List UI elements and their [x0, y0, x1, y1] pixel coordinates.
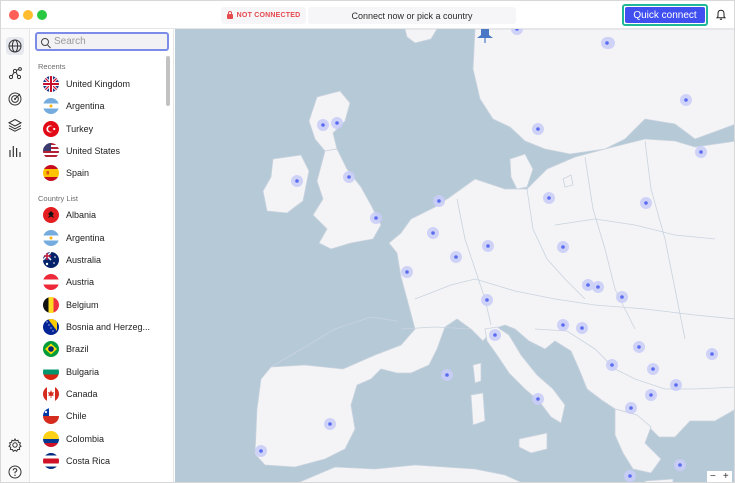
search-input[interactable]	[54, 36, 154, 47]
zoom-in-button[interactable]: +	[723, 471, 729, 482]
world-map[interactable]	[175, 29, 734, 482]
canada-flag-icon	[43, 386, 59, 402]
map-canvas	[254, 29, 734, 482]
recent-item-label: United Kingdom	[66, 79, 131, 89]
app-window: NOT CONNECTED Connect now or pick a coun…	[0, 0, 735, 483]
quick-connect-button[interactable]: Quick connect	[625, 7, 705, 23]
argentina-flag-icon	[43, 230, 59, 246]
argentina-flag-icon	[43, 98, 59, 114]
search-icon	[41, 37, 49, 46]
map-zoom-controls: − +	[707, 471, 732, 482]
country-item-costa-rica[interactable]: Costa Rica	[43, 450, 163, 472]
help-icon[interactable]	[6, 463, 24, 481]
austria-flag-icon	[43, 274, 59, 290]
country-item-label: Brazil	[66, 344, 89, 354]
recent-item-united-states[interactable]: United States	[43, 140, 163, 162]
zoom-out-button[interactable]: −	[710, 471, 716, 482]
recent-item-label: Turkey	[66, 124, 94, 134]
country-item-label: Australia	[66, 255, 102, 265]
country-sidebar: Recents United Kingdom Argentina Turkey …	[30, 29, 174, 482]
belgium-flag-icon	[43, 297, 59, 313]
country-item-brazil[interactable]: Brazil	[43, 338, 163, 360]
country-item-australia[interactable]: Australia	[43, 249, 163, 271]
country-list-heading: Country List	[38, 194, 79, 203]
country-item-belgium[interactable]: Belgium	[43, 294, 163, 316]
recent-item-label: Argentina	[66, 101, 105, 111]
connect-message: Connect now or pick a country	[308, 7, 516, 24]
bosnia-flag-icon	[43, 319, 59, 335]
country-item-argentina[interactable]: Argentina	[43, 227, 163, 249]
recent-item-united-kingdom[interactable]: United Kingdom	[43, 73, 163, 95]
albania-flag-icon	[43, 207, 59, 223]
turkey-flag-icon	[43, 121, 59, 137]
brazil-flag-icon	[43, 341, 59, 357]
settings-icon[interactable]	[6, 436, 24, 454]
country-item-label: Bosnia and Herzeg...	[66, 322, 151, 332]
recent-item-label: Spain	[66, 168, 90, 178]
country-item-bosnia[interactable]: Bosnia and Herzeg...	[43, 316, 163, 338]
recents-heading: Recents	[38, 62, 66, 71]
layers-icon[interactable]	[6, 116, 24, 134]
close-window-button[interactable]	[9, 10, 19, 20]
spain-flag-icon	[43, 165, 59, 181]
meshnet-icon[interactable]	[6, 64, 24, 82]
australia-flag-icon	[43, 252, 59, 268]
bell-icon[interactable]	[715, 9, 727, 21]
usa-flag-icon	[43, 143, 59, 159]
connection-status: NOT CONNECTED	[221, 7, 306, 24]
country-item-colombia[interactable]: Colombia	[43, 428, 163, 450]
nav-rail	[1, 29, 30, 482]
threat-protection-icon[interactable]	[6, 90, 24, 108]
country-item-label: Chile	[66, 411, 87, 421]
sidebar-scrollbar[interactable]	[166, 56, 170, 106]
stats-icon[interactable]	[6, 142, 24, 160]
zoom-window-button[interactable]	[37, 10, 47, 20]
country-item-albania[interactable]: Albania	[43, 204, 163, 226]
country-item-label: Belgium	[66, 300, 99, 310]
country-item-label: Colombia	[66, 434, 105, 444]
uk-flag-icon	[43, 76, 59, 92]
country-item-label: Argentina	[66, 233, 105, 243]
country-item-canada[interactable]: Canada	[43, 383, 163, 405]
bulgaria-flag-icon	[43, 364, 59, 380]
country-item-label: Costa Rica	[66, 456, 111, 466]
recent-item-turkey[interactable]: Turkey	[43, 118, 163, 140]
country-item-label: Albania	[66, 210, 97, 220]
country-item-chile[interactable]: Chile	[43, 405, 163, 427]
recent-item-spain[interactable]: Spain	[43, 162, 163, 184]
lock-icon	[226, 11, 233, 19]
quick-connect-highlight: Quick connect	[622, 4, 708, 26]
globe-icon[interactable]	[6, 37, 24, 55]
country-item-label: Bulgaria	[66, 367, 100, 377]
country-item-label: Canada	[66, 389, 98, 399]
search-box[interactable]	[35, 32, 169, 51]
country-item-label: Austria	[66, 277, 95, 287]
colombia-flag-icon	[43, 431, 59, 447]
costa-rica-flag-icon	[43, 453, 59, 469]
chile-flag-icon	[43, 408, 59, 424]
recent-item-argentina[interactable]: Argentina	[43, 95, 163, 117]
country-item-bulgaria[interactable]: Bulgaria	[43, 361, 163, 383]
status-text: NOT CONNECTED	[236, 12, 301, 19]
country-item-austria[interactable]: Austria	[43, 271, 163, 293]
title-bar: NOT CONNECTED Connect now or pick a coun…	[1, 1, 734, 29]
recent-item-label: United States	[66, 146, 121, 156]
minimize-window-button[interactable]	[23, 10, 33, 20]
